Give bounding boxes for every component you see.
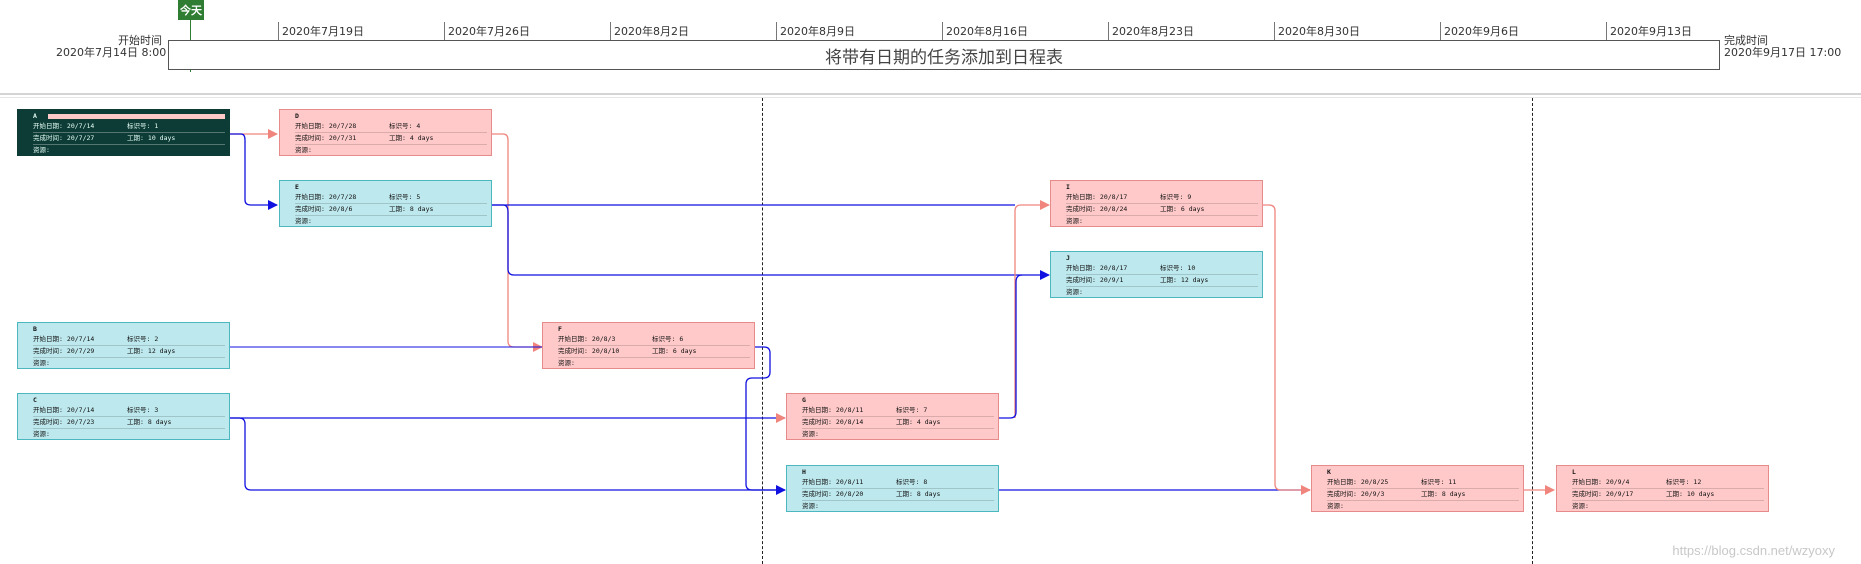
- link-g-i: [1014, 200, 1050, 418]
- link-e-j: [492, 204, 1050, 280]
- link-a-e: [230, 133, 278, 210]
- task-node-i[interactable]: I 开始日期: 20/8/17 标识号: 9 完成时间: 20/8/24 工期: 6 day…: [1050, 180, 1263, 227]
- task-node-a[interactable]: A 开始日期: 20/7/14 标识号: 1 完成时间: 20/7/27 工期: 10 da…: [17, 109, 230, 156]
- link-c-h: [230, 417, 785, 491]
- task-node-d[interactable]: D 开始日期: 20/7/28 标识号: 4 完成时间: 20/7/31 工期: 4 day…: [279, 109, 492, 156]
- task-node-g[interactable]: G 开始日期: 20/8/11 标识号: 7 完成时间: 20/8/14 工期: 4 day…: [786, 393, 999, 440]
- link-d-f: [492, 133, 543, 352]
- link-i-k: [1262, 204, 1311, 495]
- task-node-e[interactable]: E 开始日期: 20/7/28 标识号: 5 完成时间: 20/8/6 工期: 8 days…: [279, 180, 492, 227]
- task-node-h[interactable]: H 开始日期: 20/8/11 标识号: 8 完成时间: 20/8/20 工期: 8 day…: [786, 465, 999, 512]
- task-node-b[interactable]: B 开始日期: 20/7/14 标识号: 2 完成时间: 20/7/29 工期: 12 da…: [17, 322, 230, 369]
- watermark: https://blog.csdn.net/wzyoxy: [1672, 543, 1835, 558]
- link-g-j: [998, 274, 1023, 419]
- task-node-l[interactable]: L 开始日期: 20/9/4 标识号: 12 完成时间: 20/9/17 工期: 10 da…: [1556, 465, 1769, 512]
- task-node-j[interactable]: J 开始日期: 20/8/17 标识号: 10 完成时间: 20/9/1 工期: 12 da…: [1050, 251, 1263, 298]
- task-node-f[interactable]: F 开始日期: 20/8/3 标识号: 6 完成时间: 20/8/10 工期: 6 days…: [542, 322, 755, 369]
- task-node-c[interactable]: C 开始日期: 20/7/14 标识号: 3 完成时间: 20/7/23 工期: 8 day…: [17, 393, 230, 440]
- task-node-k[interactable]: K 开始日期: 20/8/25 标识号: 11 完成时间: 20/9/3 工期: 8 day…: [1311, 465, 1524, 512]
